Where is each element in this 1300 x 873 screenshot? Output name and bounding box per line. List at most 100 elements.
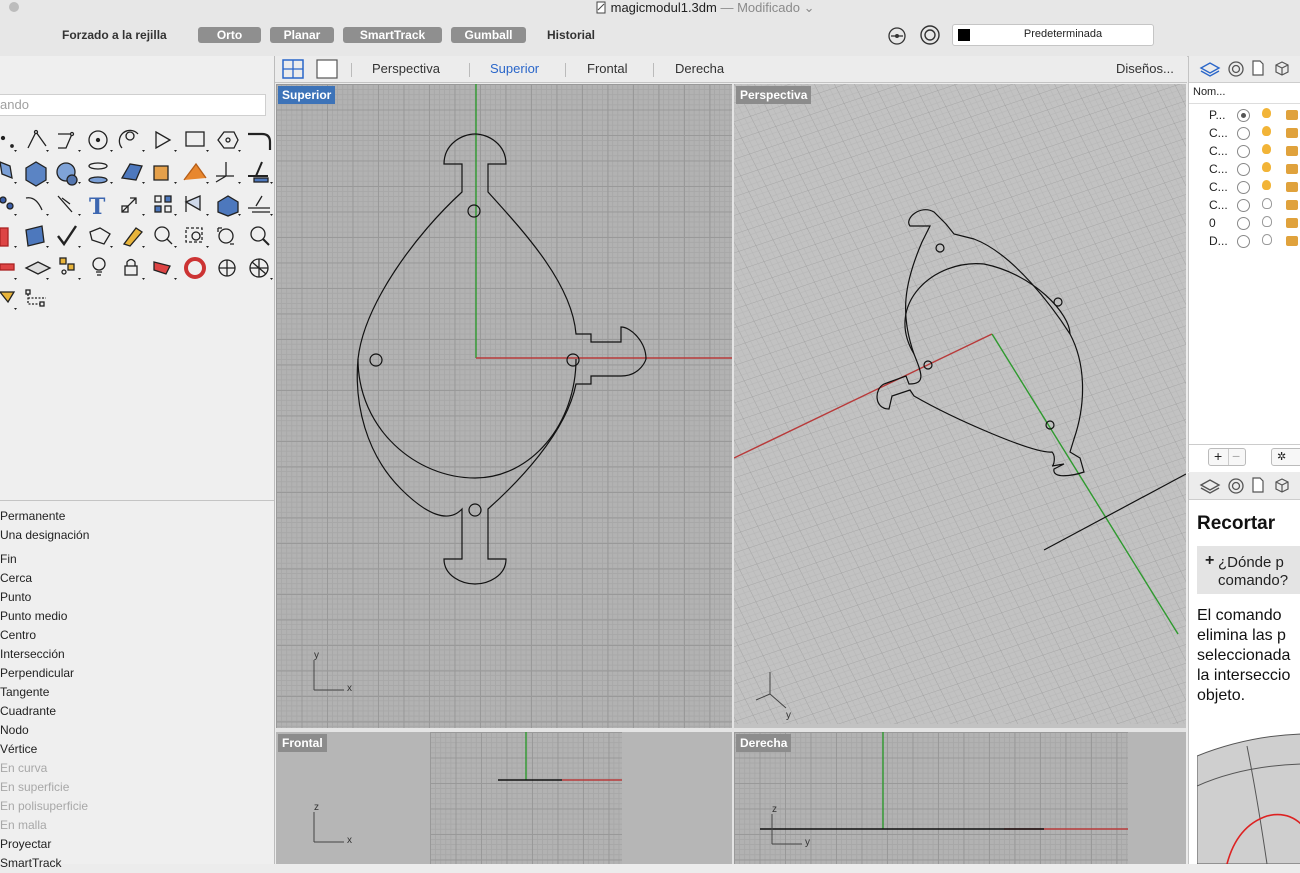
smarttrack-button[interactable]: SmartTrack — [343, 27, 442, 43]
osnap-item[interactable]: Una designación — [0, 526, 274, 545]
array-tool-icon[interactable] — [154, 195, 172, 213]
layer-row[interactable]: P... — [1189, 106, 1300, 124]
viewport-divider[interactable] — [732, 84, 734, 864]
layer-row[interactable]: D... — [1189, 232, 1300, 250]
lightbulb-icon[interactable] — [1262, 162, 1271, 172]
current-layer-radio[interactable] — [1237, 217, 1250, 230]
lightbulb-icon[interactable] — [1262, 216, 1272, 227]
layer-row[interactable]: C... — [1189, 160, 1300, 178]
current-layer-radio[interactable] — [1237, 145, 1250, 158]
current-layer-radio[interactable] — [1237, 199, 1250, 212]
cube-icon[interactable] — [1273, 59, 1291, 77]
tab-front[interactable]: Frontal — [587, 61, 627, 76]
target-icon[interactable] — [919, 24, 941, 46]
lock-icon[interactable] — [1286, 164, 1298, 174]
osnap-item[interactable]: Punto medio — [0, 607, 274, 626]
osnap-item[interactable]: Punto — [0, 588, 274, 607]
color-wheel-icon[interactable] — [184, 257, 206, 279]
chevron-down-icon[interactable]: ⌄ — [804, 0, 815, 15]
add-layer-button[interactable]: + — [1214, 448, 1222, 464]
properties-icon[interactable] — [1227, 477, 1245, 495]
remove-layer-button[interactable]: − — [1232, 448, 1240, 464]
light-tool-icon[interactable] — [92, 257, 106, 276]
lightbulb-icon[interactable] — [1262, 234, 1272, 245]
properties-icon[interactable] — [1227, 60, 1245, 78]
osnap-item[interactable]: En malla — [0, 816, 274, 835]
solid-tools-icon[interactable] — [153, 165, 169, 181]
lightbulb-icon[interactable] — [1262, 144, 1271, 154]
osnap-item[interactable]: Cuadrante — [0, 702, 274, 721]
text-tool-icon[interactable]: T — [89, 194, 106, 220]
osnap-item[interactable]: Fin — [0, 550, 274, 569]
zoom-extents-icon[interactable] — [154, 226, 173, 245]
project-tool-icon[interactable] — [89, 227, 111, 245]
lightbulb-icon[interactable] — [1262, 126, 1271, 136]
car-icon[interactable] — [0, 263, 15, 271]
current-layer-dropdown[interactable]: Predeterminada — [952, 24, 1154, 46]
point-tool-icon[interactable] — [0, 135, 14, 148]
document-icon[interactable] — [1251, 59, 1265, 77]
snap-options-icon[interactable] — [59, 257, 75, 275]
osnap-item[interactable]: Vértice — [0, 740, 274, 759]
layers-icon[interactable] — [1199, 477, 1221, 495]
mesh-tool-icon[interactable] — [120, 163, 143, 181]
layers-icon[interactable] — [1199, 60, 1221, 78]
lock-icon[interactable] — [1286, 236, 1298, 246]
lightbulb-icon[interactable] — [1262, 108, 1271, 118]
check-tool-icon[interactable] — [57, 225, 77, 247]
layer-row[interactable]: C... — [1189, 124, 1300, 142]
osnap-filter-icon[interactable] — [886, 25, 908, 47]
osnap-item[interactable]: Perpendicular — [0, 664, 274, 683]
viewport-front[interactable]: z x Frontal — [276, 732, 732, 864]
viewport-top[interactable]: y x Superior — [276, 84, 732, 728]
current-layer-radio[interactable] — [1237, 163, 1250, 176]
osnap-item[interactable]: Centro — [0, 626, 274, 645]
circle-tool-icon[interactable] — [88, 130, 108, 150]
ortho-button[interactable]: Orto — [198, 27, 261, 43]
lock-tool-icon[interactable] — [124, 258, 138, 276]
layout-tool-icon[interactable] — [0, 227, 9, 247]
polygon-tool-icon[interactable] — [155, 130, 172, 150]
lock-icon[interactable] — [1286, 146, 1298, 156]
lock-icon[interactable] — [1286, 128, 1298, 138]
osnap-item[interactable]: Intersección — [0, 645, 274, 664]
material-tool-icon[interactable] — [153, 261, 171, 275]
arc-tool-icon[interactable] — [118, 129, 139, 149]
lightbulb-icon[interactable] — [1262, 198, 1272, 209]
box-tool-icon[interactable] — [25, 161, 47, 187]
grid-sphere-icon[interactable] — [249, 258, 269, 278]
zoom-selected-icon[interactable] — [217, 227, 234, 245]
zoom-icon[interactable] — [250, 226, 270, 246]
curve-from-object-icon[interactable] — [248, 161, 269, 183]
viewport-top-label[interactable]: Superior — [278, 86, 336, 104]
tab-top[interactable]: Superior — [490, 61, 539, 76]
layer-name-column-header[interactable]: Nom... — [1193, 86, 1225, 98]
expand-icon[interactable]: + — [1205, 552, 1214, 570]
osnap-item[interactable]: En polisuperficie — [0, 797, 274, 816]
viewport-right[interactable]: z y Derecha — [734, 732, 1186, 864]
viewport-divider[interactable] — [276, 728, 1186, 732]
ellipse-tool-icon[interactable] — [217, 131, 239, 149]
cone-tool-icon[interactable] — [0, 291, 16, 304]
current-layer-radio[interactable] — [1237, 235, 1250, 248]
zoom-window-icon[interactable] — [185, 227, 203, 243]
fillet-curve-icon[interactable] — [248, 132, 272, 150]
grid-snap-toggle[interactable]: Forzado a la rejilla — [62, 28, 167, 42]
pencil-tool-icon[interactable] — [122, 227, 143, 247]
transform-tool-icon[interactable] — [183, 162, 207, 181]
layer-row[interactable]: C... — [1189, 178, 1300, 196]
drafting-tool-icon[interactable] — [215, 162, 234, 183]
split-tool-icon[interactable] — [57, 195, 73, 213]
dimension-tool-icon[interactable] — [248, 195, 270, 213]
viewport-perspective[interactable]: y Perspectiva — [734, 84, 1186, 728]
planar-button[interactable]: Planar — [270, 27, 334, 43]
mesh-edit-icon[interactable] — [25, 225, 45, 247]
current-layer-radio[interactable] — [1237, 181, 1250, 194]
help-where-box[interactable]: + ¿Dónde p comando? — [1197, 546, 1300, 594]
osnap-item[interactable]: Nodo — [0, 721, 274, 740]
current-layer-radio[interactable] — [1237, 109, 1250, 122]
sphere-tool-icon[interactable] — [56, 162, 78, 186]
osnap-item[interactable]: Tangente — [0, 683, 274, 702]
viewport-right-label[interactable]: Derecha — [736, 734, 792, 752]
osnap-item[interactable]: En curva — [0, 759, 274, 778]
